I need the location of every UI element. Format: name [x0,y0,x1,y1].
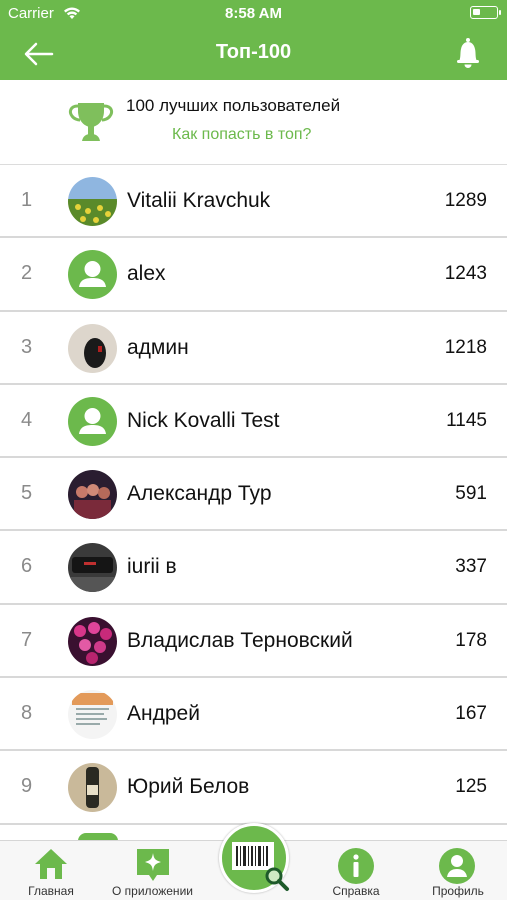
user-name: iurii в [127,555,177,579]
tab-profile[interactable]: Профиль [418,841,498,900]
rank-number: 3 [21,335,33,358]
user-name: админ [127,335,189,359]
leaderboard-row[interactable]: 5 Александр Тур 591 [0,458,507,532]
leaderboard-row[interactable]: 1 Vitalii Kravchuk 1289 [0,165,507,239]
leaderboard-row[interactable]: 9 Юрий Белов 125 [0,751,507,825]
user-name: alex [127,262,166,286]
leaderboard-list: 1 Vitalii Kravchuk 1289 2 alex 1243 3 ад… [0,165,507,825]
scan-button[interactable] [219,823,289,893]
user-name: Vitalii Kravchuk [127,189,271,212]
trophy-icon [66,97,116,147]
user-score: 337 [455,556,487,578]
user-name: Юрий Белов [127,775,250,799]
user-score: 1243 [444,263,487,285]
user-score: 167 [455,703,487,725]
avatar [68,690,117,740]
tab-help[interactable]: Справка [315,841,397,900]
avatar [68,763,117,813]
tab-about[interactable]: О приложении [100,841,205,900]
clock: 8:58 AM [225,5,282,22]
home-icon [33,847,69,886]
rank-number: 4 [21,408,33,431]
page-title: Топ-100 [215,41,292,63]
rank-number: 6 [21,555,33,578]
leaderboard-row[interactable]: 6 iurii в 337 [0,531,507,605]
default-user-icon [68,250,117,300]
status-bar: Carrier 8:58 AM [0,0,507,28]
rank-number: 7 [21,628,33,651]
user-score: 178 [455,629,487,651]
top-users-title: 100 лучших пользователей [126,96,341,115]
how-to-get-top-link[interactable]: Как попасть в топ? [172,126,311,144]
avatar [68,177,117,226]
user-score: 125 [455,776,487,798]
rank-number: 9 [21,775,33,798]
tab-label: О приложении [112,884,193,898]
navigation-bar: Топ-100 [0,28,507,80]
avatar [68,470,117,520]
user-name: Nick Kovalli Test [127,408,280,432]
default-user-icon [68,396,117,446]
rank-number: 2 [21,262,33,285]
sparkle-icon [135,847,171,888]
tab-label: Главная [28,884,74,898]
user-score: 1218 [444,336,487,358]
tab-home[interactable]: Главная [10,841,92,900]
leaderboard-row[interactable]: 4 Nick Kovalli Test 1145 [0,384,507,459]
rank-number: 5 [21,482,33,505]
tab-label: Профиль [432,884,484,898]
leaderboard-row[interactable]: 3 админ 1218 [0,311,507,385]
barcode-scan-icon [230,836,290,899]
avatar [68,323,117,373]
user-score: 591 [455,483,487,505]
leaderboard-row[interactable]: 7 Владислав Терновский 178 [0,604,507,679]
rank-number: 1 [21,189,33,211]
tab-label: Справка [332,884,380,898]
bell-icon[interactable] [451,36,485,70]
rank-number: 8 [21,702,33,725]
user-score: 1145 [446,409,487,431]
top-users-header: 100 лучших пользователей Как попасть в т… [0,80,507,165]
user-score: 1289 [444,190,487,211]
user-name: Александр Тур [127,482,272,506]
avatar [68,616,117,666]
leaderboard-row[interactable]: 2 alex 1243 [0,238,507,312]
user-name: Владислав Терновский [127,628,353,652]
leaderboard-row[interactable]: 8 Андрей 167 [0,678,507,752]
user-name: Андрей [127,702,200,726]
battery-icon [470,6,501,19]
avatar [68,543,117,593]
